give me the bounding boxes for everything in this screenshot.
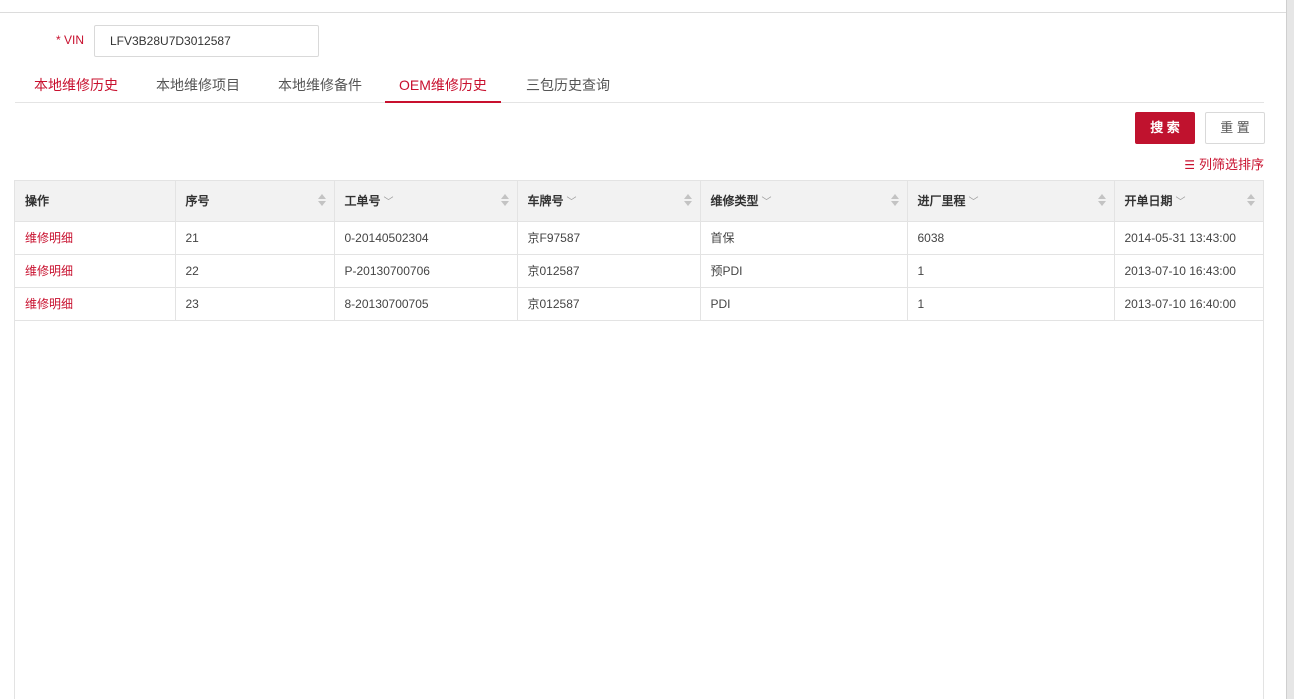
chevron-down-icon[interactable]: ﹀: [969, 193, 979, 208]
cell-plate: 京F97587: [517, 221, 701, 255]
col-header-repair-type[interactable]: 维修类型 ﹀: [700, 181, 908, 222]
sort-icon[interactable]: [500, 194, 509, 208]
col-header-seq[interactable]: 序号: [175, 181, 335, 222]
cell-seq: 22: [175, 254, 335, 288]
sort-icon[interactable]: [683, 194, 692, 208]
cell-mileage: 1: [907, 254, 1115, 288]
cell-order-no: P-20130700706: [334, 254, 518, 288]
table-row: 维修明细 22 P-20130700706 京012587 预PDI 1 201…: [15, 254, 1263, 288]
repair-history-table: 操作 序号 工单号 ﹀ 车牌号 ﹀ 维修类型 ﹀ 进厂里程 ﹀ 开单日期 ﹀ 维修明细 2…: [14, 180, 1264, 699]
table-row: 维修明细 23 8-20130700705 京012587 PDI 1 2013…: [15, 287, 1263, 321]
cell-plate: 京012587: [517, 287, 701, 321]
tab-oem-repair-history[interactable]: OEM维修历史: [385, 70, 501, 103]
table-row: 维修明细 21 0-20140502304 京F97587 首保 6038 20…: [15, 221, 1263, 255]
chevron-down-icon[interactable]: ﹀: [762, 193, 772, 208]
tab-local-repair-parts[interactable]: 本地维修备件: [277, 70, 363, 103]
sort-icon[interactable]: [317, 194, 326, 208]
search-button[interactable]: 搜 索: [1135, 112, 1195, 144]
cell-repair-type: 首保: [700, 221, 908, 255]
cell-mileage: 1: [907, 287, 1115, 321]
sort-icon[interactable]: [1097, 194, 1106, 208]
cell-open-date: 2013-07-10 16:43:00: [1114, 254, 1263, 288]
tab-bar: 本地维修历史 本地维修项目 本地维修备件 OEM维修历史 三包历史查询: [15, 70, 1264, 103]
vin-label: * VIN: [55, 33, 84, 47]
tab-local-repair-history[interactable]: 本地维修历史: [33, 70, 119, 103]
sliders-icon: ☰: [1184, 158, 1195, 172]
col-header-action: 操作: [15, 181, 176, 222]
cell-plate: 京012587: [517, 254, 701, 288]
sort-icon[interactable]: [1247, 194, 1255, 208]
cell-repair-type: 预PDI: [700, 254, 908, 288]
vertical-scrollbar[interactable]: [1286, 0, 1294, 699]
reset-button[interactable]: 重 置: [1205, 112, 1265, 144]
cell-seq: 23: [175, 287, 335, 321]
repair-detail-link[interactable]: 维修明细: [15, 287, 176, 321]
column-filter-label: 列筛选排序: [1198, 157, 1264, 172]
tab-local-repair-items[interactable]: 本地维修项目: [155, 70, 241, 103]
cell-mileage: 6038: [907, 221, 1115, 255]
top-divider: [0, 12, 1286, 13]
cell-seq: 21: [175, 221, 335, 255]
repair-detail-link[interactable]: 维修明细: [15, 254, 176, 288]
chevron-down-icon[interactable]: ﹀: [384, 193, 394, 208]
cell-repair-type: PDI: [700, 287, 908, 321]
column-filter-sort-link[interactable]: ☰ 列筛选排序: [1184, 154, 1264, 173]
col-header-open-date[interactable]: 开单日期 ﹀: [1114, 181, 1263, 222]
tab-warranty-history[interactable]: 三包历史查询: [525, 70, 611, 103]
col-header-order-no[interactable]: 工单号 ﹀: [334, 181, 518, 222]
repair-detail-link[interactable]: 维修明细: [15, 221, 176, 255]
chevron-down-icon[interactable]: ﹀: [567, 193, 577, 208]
col-header-plate[interactable]: 车牌号 ﹀: [517, 181, 701, 222]
sort-icon[interactable]: [890, 194, 899, 208]
cell-open-date: 2013-07-10 16:40:00: [1114, 287, 1263, 321]
table-header-row: 操作 序号 工单号 ﹀ 车牌号 ﹀ 维修类型 ﹀ 进厂里程 ﹀ 开单日期 ﹀: [15, 181, 1263, 222]
cell-order-no: 8-20130700705: [334, 287, 518, 321]
chevron-down-icon[interactable]: ﹀: [1176, 193, 1186, 208]
cell-order-no: 0-20140502304: [334, 221, 518, 255]
col-header-mileage[interactable]: 进厂里程 ﹀: [907, 181, 1115, 222]
cell-open-date: 2014-05-31 13:43:00: [1114, 221, 1263, 255]
vin-input[interactable]: [94, 25, 319, 57]
